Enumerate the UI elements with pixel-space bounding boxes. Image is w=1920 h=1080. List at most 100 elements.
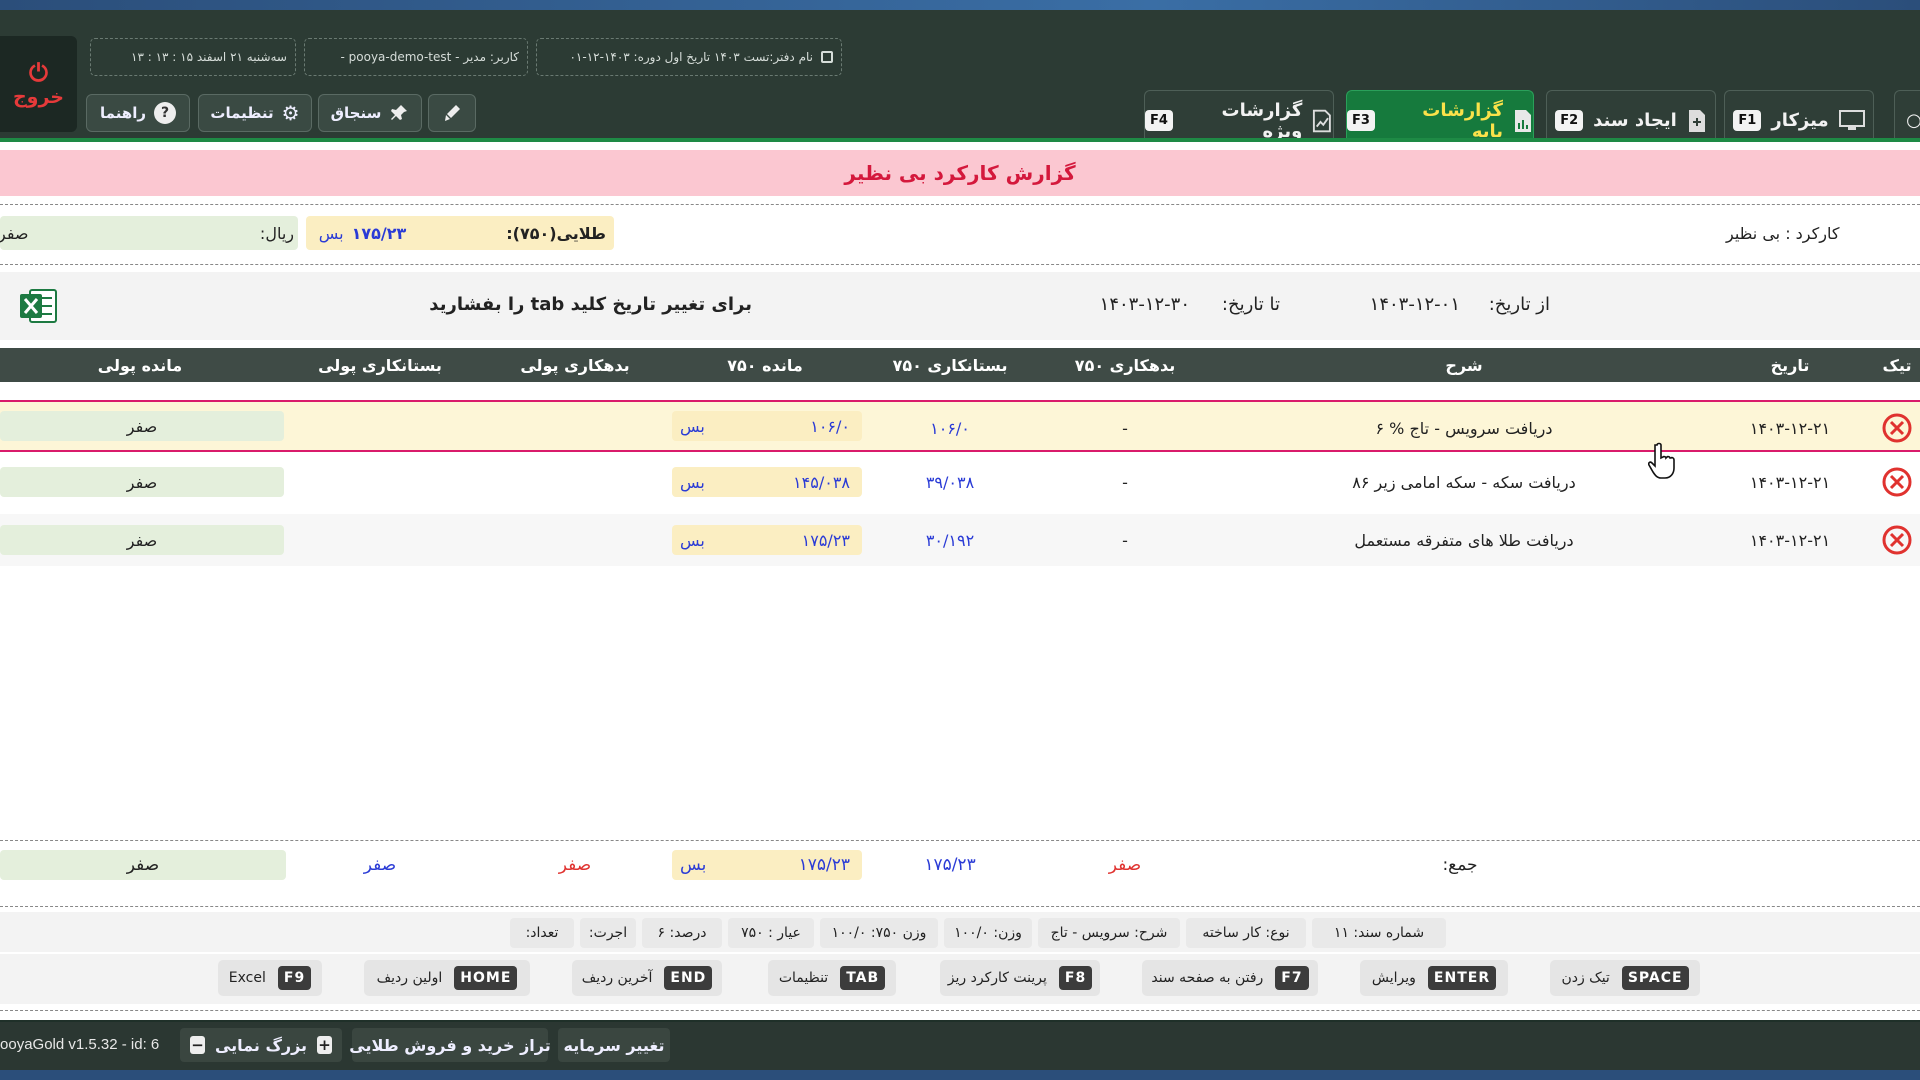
shortcut-excel-label: Excel xyxy=(228,970,266,986)
col-balance-money[interactable]: مانده پولی xyxy=(60,348,220,382)
divider xyxy=(0,906,1920,907)
pin-icon xyxy=(391,105,408,120)
row-balance-750-pill: ۱۰۶/۰ بس xyxy=(672,411,862,441)
shortcut-last-row-label: آخرین ردیف xyxy=(581,970,653,986)
totals-credit-750: ۱۷۵/۲۳ xyxy=(924,855,976,875)
date-hint: برای تغییر تاریخ کلید tab را بفشارید xyxy=(429,294,752,315)
exit-button[interactable]: ⏻ خروج xyxy=(0,36,77,132)
row-debit-750: - xyxy=(1122,530,1128,550)
zoom-in-icon[interactable]: + xyxy=(317,1036,332,1054)
version-label: PooyaGold v1.5.32 - id: 6 xyxy=(0,1036,160,1053)
shortcut-tick-label: تیک زدن xyxy=(1561,970,1610,986)
col-description[interactable]: شرح xyxy=(1314,348,1614,382)
rial-balance-field: ریال: صفر xyxy=(0,216,298,250)
shortcut-last-row[interactable]: END آخرین ردیف xyxy=(572,960,722,996)
gold-value: ۱۷۵/۲۳ xyxy=(351,223,407,243)
row-money-balance-pill: صفر xyxy=(0,411,284,441)
detail-count: تعداد: xyxy=(510,918,574,948)
delete-icon[interactable] xyxy=(1881,466,1913,498)
search-icon: ○ xyxy=(1906,110,1920,131)
shortcut-edit-label: ویرایش xyxy=(1371,970,1416,986)
row-credit-750: ۱۰۶/۰ xyxy=(930,418,970,438)
table-row[interactable]: ۱۴۰۳-۱۲-۲۱ دریافت سکه - سکه امامی زیر ۸۶… xyxy=(0,456,1920,508)
to-date-value[interactable]: ۱۴۰۳-۱۲-۳۰ xyxy=(1100,294,1190,315)
shortcut-print-detail[interactable]: F8 پرینت کارکرد ریز xyxy=(940,960,1100,996)
row-balance-750: ۱۰۶/۰ xyxy=(810,416,850,436)
table-row[interactable]: ۱۴۰۳-۱۲-۲۱ دریافت طلا های متفرقه مستعمل … xyxy=(0,514,1920,566)
excel-export-icon[interactable] xyxy=(18,286,58,326)
shortcut-settings[interactable]: TAB تنظیمات xyxy=(768,960,896,996)
zoom-control[interactable]: + بزرگ نمایی − xyxy=(180,1028,342,1062)
account-label: کارکرد : بی نظیر xyxy=(1726,223,1840,243)
pin-label: سنجاق xyxy=(330,104,382,122)
shortcut-goto-document[interactable]: F7 رفتن به صفحه سند xyxy=(1142,960,1318,996)
shortcut-edit[interactable]: ENTER ویرایش xyxy=(1360,960,1508,996)
row-description: دریافت طلا های متفرقه مستعمل xyxy=(1354,530,1574,550)
from-date-value[interactable]: ۱۴۰۳-۱۲-۰۱ xyxy=(1370,294,1460,315)
table-row[interactable]: ۱۴۰۳-۱۲-۲۱ دریافت سرویس - تاج % ۶ - ۱۰۶/… xyxy=(0,400,1920,452)
delete-icon[interactable] xyxy=(1881,412,1913,444)
rial-value: صفر xyxy=(0,223,29,243)
tab-basic-reports-key: F3 xyxy=(1347,110,1375,131)
row-credit-750: ۳۹/۰۳۸ xyxy=(925,472,975,492)
hand-cursor-icon xyxy=(1648,442,1675,479)
col-tick[interactable]: تیک xyxy=(1874,348,1920,382)
col-debit-750[interactable]: بدهکاری ۷۵۰ xyxy=(1050,348,1200,382)
shortcut-last-row-key: END xyxy=(664,966,713,990)
shortcut-first-row-key: HOME xyxy=(454,966,518,990)
shortcut-excel[interactable]: F9 Excel xyxy=(218,960,322,996)
detail-karat: عیار : ۷۵۰ xyxy=(728,918,814,948)
divider xyxy=(0,204,1920,205)
report-title: گزارش کارکرد بی نظیر xyxy=(0,150,1920,196)
window-bottom-strip xyxy=(0,1070,1920,1080)
gold-flag: بس xyxy=(318,223,344,243)
shortcut-first-row[interactable]: HOME اولین ردیف xyxy=(364,960,530,996)
detail-weight: وزن: ۱۰۰/۰ xyxy=(944,918,1032,948)
row-credit-750: ۳۰/۱۹۲ xyxy=(925,530,975,550)
magic-tool-button[interactable] xyxy=(428,94,476,132)
shortcut-settings-key: TAB xyxy=(840,966,886,990)
bottom-toolbar: تغییر سرمایه تراز خرید و فروش طلایی + بز… xyxy=(0,1022,1920,1070)
user-box: کاربر: مدیر - pooya-demo-test - xyxy=(304,38,528,76)
row-money-balance: صفر xyxy=(126,416,158,436)
zoom-out-icon[interactable]: − xyxy=(190,1036,205,1054)
office-box: نام دفتر:تست ۱۴۰۳ تاریخ اول دوره: ۱۴۰۳-۱… xyxy=(536,38,842,76)
help-button[interactable]: ? راهنما xyxy=(86,94,190,132)
col-debit-money[interactable]: بدهکاری پولی xyxy=(500,348,650,382)
monitor-icon xyxy=(1838,109,1865,130)
pin-button[interactable]: سنجاق xyxy=(318,94,422,132)
row-description: دریافت سرویس - تاج % ۶ xyxy=(1375,418,1553,438)
detail-description: شرح: سرویس - تاج xyxy=(1038,918,1180,948)
detail-wage: اجرت: xyxy=(580,918,636,948)
totals-label: جمع: xyxy=(1442,855,1478,875)
totals-row: جمع: صفر ۱۷۵/۲۳ ۱۷۵/۲۳ بس صفر صفر صفر xyxy=(0,842,1920,888)
totals-money-balance-pill: صفر xyxy=(0,850,286,880)
shortcut-print-detail-key: F8 xyxy=(1058,966,1093,990)
gold-trade-balance-button[interactable]: تراز خرید و فروش طلایی xyxy=(349,1028,551,1062)
col-balance-750[interactable]: مانده ۷۵۰ xyxy=(690,348,840,382)
tab-basic-reports-label: گزارشات پایه xyxy=(1422,99,1504,142)
app-header: ⏻ خروج سه‌شنبه ۲۱ اسفند ۱۵ : ۱۳ : ۱۳ کار… xyxy=(0,10,1920,150)
tab-create-document-label: ایجاد سند xyxy=(1593,110,1677,131)
delete-icon[interactable] xyxy=(1881,524,1913,556)
row-money-balance-pill: صفر xyxy=(0,467,284,497)
settings-button[interactable]: ⚙ تنظیمات xyxy=(198,94,312,132)
trend-report-icon xyxy=(1313,109,1332,132)
col-date[interactable]: تاریخ xyxy=(1730,348,1850,382)
date-filter-bar: از تاریخ: ۱۴۰۳-۱۲-۰۱ تا تاریخ: ۱۴۰۳-۱۲-۳… xyxy=(0,272,1920,340)
brush-icon xyxy=(445,105,460,121)
row-description: دریافت سکه - سکه امامی زیر ۸۶ xyxy=(1352,472,1576,492)
change-capital-button[interactable]: تغییر سرمایه xyxy=(558,1028,670,1062)
totals-debit-money: صفر xyxy=(558,855,592,875)
shortcut-tick[interactable]: SPACE تیک زدن xyxy=(1550,960,1700,996)
col-credit-750[interactable]: بستانکاری ۷۵۰ xyxy=(870,348,1030,382)
zoom-label: بزرگ نمایی xyxy=(214,1035,308,1055)
row-money-balance-pill: صفر xyxy=(0,525,284,555)
tab-dashboard-key: F1 xyxy=(1733,110,1762,131)
shortcut-goto-document-label: رفتن به صفحه سند xyxy=(1151,970,1264,986)
datetime-box: سه‌شنبه ۲۱ اسفند ۱۵ : ۱۳ : ۱۳ xyxy=(90,38,296,76)
shortcut-goto-document-key: F7 xyxy=(1275,966,1309,990)
tab-dashboard-label: میزکار xyxy=(1771,110,1829,131)
detail-percent: درصد: ۶ xyxy=(642,918,722,948)
col-credit-money[interactable]: بستانکاری پولی xyxy=(300,348,460,382)
